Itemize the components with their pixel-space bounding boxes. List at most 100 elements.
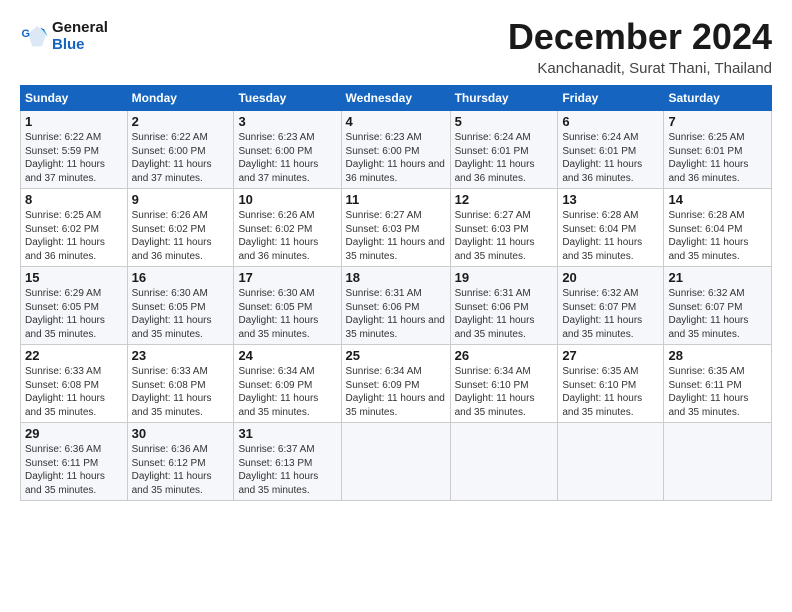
day-number: 24 bbox=[238, 348, 336, 363]
day-number: 3 bbox=[238, 114, 336, 129]
table-row: 14 Sunrise: 6:28 AMSunset: 6:04 PMDayligh… bbox=[664, 189, 772, 267]
table-row: 5Sunrise: 6:24 AMSunset: 6:01 PMDaylight… bbox=[450, 111, 558, 189]
day-detail: Sunrise: 6:33 AMSunset: 6:08 PMDaylight:… bbox=[132, 366, 212, 418]
day-detail: Sunrise: 6:22 AMSunset: 5:59 PMDaylight:… bbox=[25, 132, 105, 184]
day-number: 25 bbox=[346, 348, 446, 363]
day-detail: Sunrise: 6:36 AMSunset: 6:11 PMDaylight:… bbox=[25, 444, 105, 496]
table-row: 7 Sunrise: 6:25 AMSunset: 6:01 PMDaylight… bbox=[664, 111, 772, 189]
table-row: 19 Sunrise: 6:31 AMSunset: 6:06 PMDayligh… bbox=[450, 267, 558, 345]
day-number: 31 bbox=[238, 426, 336, 441]
table-row: 28 Sunrise: 6:35 AMSunset: 6:11 PMDayligh… bbox=[664, 345, 772, 423]
day-detail: Sunrise: 6:34 AMSunset: 6:10 PMDaylight:… bbox=[455, 366, 535, 418]
table-row: 3Sunrise: 6:23 AMSunset: 6:00 PMDaylight… bbox=[234, 111, 341, 189]
day-number: 14 bbox=[668, 192, 767, 207]
col-friday: Friday bbox=[558, 86, 664, 111]
table-row: 27 Sunrise: 6:35 AMSunset: 6:10 PMDayligh… bbox=[558, 345, 664, 423]
day-number: 16 bbox=[132, 270, 230, 285]
day-detail: Sunrise: 6:31 AMSunset: 6:06 PMDaylight:… bbox=[346, 288, 445, 340]
table-row: 11 Sunrise: 6:27 AMSunset: 6:03 PMDayligh… bbox=[341, 189, 450, 267]
header: G General Blue December 2024 Kanchanadit… bbox=[20, 16, 772, 77]
col-sunday: Sunday bbox=[21, 86, 128, 111]
calendar-header: Sunday Monday Tuesday Wednesday Thursday… bbox=[21, 86, 772, 111]
table-row: 2 Sunrise: 6:22 AMSunset: 6:00 PMDaylight… bbox=[127, 111, 234, 189]
day-number: 11 bbox=[346, 192, 446, 207]
day-number: 7 bbox=[668, 114, 767, 129]
day-number: 23 bbox=[132, 348, 230, 363]
day-detail: Sunrise: 6:29 AMSunset: 6:05 PMDaylight:… bbox=[25, 288, 105, 340]
day-detail: Sunrise: 6:26 AMSunset: 6:02 PMDaylight:… bbox=[132, 210, 212, 262]
day-detail: Sunrise: 6:30 AMSunset: 6:05 PMDaylight:… bbox=[238, 288, 318, 340]
day-number: 30 bbox=[132, 426, 230, 441]
table-row: 9 Sunrise: 6:26 AMSunset: 6:02 PMDaylight… bbox=[127, 189, 234, 267]
day-number: 8 bbox=[25, 192, 123, 207]
day-number: 19 bbox=[455, 270, 554, 285]
day-detail: Sunrise: 6:32 AMSunset: 6:07 PMDaylight:… bbox=[668, 288, 748, 340]
day-detail: Sunrise: 6:25 AMSunset: 6:02 PMDaylight:… bbox=[25, 210, 105, 262]
table-row: 12 Sunrise: 6:27 AMSunset: 6:03 PMDayligh… bbox=[450, 189, 558, 267]
col-saturday: Saturday bbox=[664, 86, 772, 111]
day-detail: Sunrise: 6:26 AMSunset: 6:02 PMDaylight:… bbox=[238, 210, 318, 262]
day-detail: Sunrise: 6:31 AMSunset: 6:06 PMDaylight:… bbox=[455, 288, 535, 340]
day-number: 12 bbox=[455, 192, 554, 207]
logo-icon: G bbox=[20, 23, 48, 51]
table-row bbox=[341, 423, 450, 501]
table-row: 22 Sunrise: 6:33 AMSunset: 6:08 PMDayligh… bbox=[21, 345, 128, 423]
title-block: December 2024 Kanchanadit, Surat Thani, … bbox=[508, 16, 772, 77]
table-row: 4Sunrise: 6:23 AMSunset: 6:00 PMDaylight… bbox=[341, 111, 450, 189]
day-number: 21 bbox=[668, 270, 767, 285]
table-row bbox=[558, 423, 664, 501]
day-detail: Sunrise: 6:37 AMSunset: 6:13 PMDaylight:… bbox=[238, 444, 318, 496]
day-number: 22 bbox=[25, 348, 123, 363]
day-number: 15 bbox=[25, 270, 123, 285]
day-number: 13 bbox=[562, 192, 659, 207]
table-row: 17 Sunrise: 6:30 AMSunset: 6:05 PMDayligh… bbox=[234, 267, 341, 345]
table-row: 30 Sunrise: 6:36 AMSunset: 6:12 PMDayligh… bbox=[127, 423, 234, 501]
day-number: 18 bbox=[346, 270, 446, 285]
day-detail: Sunrise: 6:24 AMSunset: 6:01 PMDaylight:… bbox=[455, 132, 535, 184]
main-title: December 2024 bbox=[508, 16, 772, 58]
table-row: 21 Sunrise: 6:32 AMSunset: 6:07 PMDayligh… bbox=[664, 267, 772, 345]
day-detail: Sunrise: 6:30 AMSunset: 6:05 PMDaylight:… bbox=[132, 288, 212, 340]
table-row: 25Sunrise: 6:34 AMSunset: 6:09 PMDayligh… bbox=[341, 345, 450, 423]
day-detail: Sunrise: 6:32 AMSunset: 6:07 PMDaylight:… bbox=[562, 288, 642, 340]
table-row: 13 Sunrise: 6:28 AMSunset: 6:04 PMDayligh… bbox=[558, 189, 664, 267]
day-detail: Sunrise: 6:33 AMSunset: 6:08 PMDaylight:… bbox=[25, 366, 105, 418]
day-detail: Sunrise: 6:35 AMSunset: 6:10 PMDaylight:… bbox=[562, 366, 642, 418]
table-row: 1 Sunrise: 6:22 AMSunset: 5:59 PMDaylight… bbox=[21, 111, 128, 189]
day-number: 9 bbox=[132, 192, 230, 207]
table-row: 26Sunrise: 6:34 AMSunset: 6:10 PMDayligh… bbox=[450, 345, 558, 423]
day-detail: Sunrise: 6:27 AMSunset: 6:03 PMDaylight:… bbox=[455, 210, 535, 262]
table-row: 29 Sunrise: 6:36 AMSunset: 6:11 PMDayligh… bbox=[21, 423, 128, 501]
table-row: 6Sunrise: 6:24 AMSunset: 6:01 PMDaylight… bbox=[558, 111, 664, 189]
day-number: 2 bbox=[132, 114, 230, 129]
day-detail: Sunrise: 6:35 AMSunset: 6:11 PMDaylight:… bbox=[668, 366, 748, 418]
day-number: 17 bbox=[238, 270, 336, 285]
subtitle: Kanchanadit, Surat Thani, Thailand bbox=[508, 60, 772, 77]
calendar-body: 1 Sunrise: 6:22 AMSunset: 5:59 PMDaylight… bbox=[21, 111, 772, 501]
day-detail: Sunrise: 6:27 AMSunset: 6:03 PMDaylight:… bbox=[346, 210, 445, 262]
day-number: 28 bbox=[668, 348, 767, 363]
day-number: 29 bbox=[25, 426, 123, 441]
day-number: 10 bbox=[238, 192, 336, 207]
table-row: 24Sunrise: 6:34 AMSunset: 6:09 PMDayligh… bbox=[234, 345, 341, 423]
table-row: 15 Sunrise: 6:29 AMSunset: 6:05 PMDayligh… bbox=[21, 267, 128, 345]
day-detail: Sunrise: 6:22 AMSunset: 6:00 PMDaylight:… bbox=[132, 132, 212, 184]
table-row: 10 Sunrise: 6:26 AMSunset: 6:02 PMDayligh… bbox=[234, 189, 341, 267]
table-row: 8 Sunrise: 6:25 AMSunset: 6:02 PMDaylight… bbox=[21, 189, 128, 267]
calendar: Sunday Monday Tuesday Wednesday Thursday… bbox=[20, 85, 772, 501]
day-detail: Sunrise: 6:28 AMSunset: 6:04 PMDaylight:… bbox=[668, 210, 748, 262]
col-wednesday: Wednesday bbox=[341, 86, 450, 111]
table-row bbox=[664, 423, 772, 501]
page: G General Blue December 2024 Kanchanadit… bbox=[0, 0, 792, 511]
day-detail: Sunrise: 6:28 AMSunset: 6:04 PMDaylight:… bbox=[562, 210, 642, 262]
logo-text: General Blue bbox=[52, 20, 108, 53]
col-tuesday: Tuesday bbox=[234, 86, 341, 111]
day-number: 1 bbox=[25, 114, 123, 129]
day-detail: Sunrise: 6:25 AMSunset: 6:01 PMDaylight:… bbox=[668, 132, 748, 184]
day-detail: Sunrise: 6:36 AMSunset: 6:12 PMDaylight:… bbox=[132, 444, 212, 496]
col-monday: Monday bbox=[127, 86, 234, 111]
col-thursday: Thursday bbox=[450, 86, 558, 111]
table-row: 18 Sunrise: 6:31 AMSunset: 6:06 PMDayligh… bbox=[341, 267, 450, 345]
day-number: 4 bbox=[346, 114, 446, 129]
day-number: 27 bbox=[562, 348, 659, 363]
